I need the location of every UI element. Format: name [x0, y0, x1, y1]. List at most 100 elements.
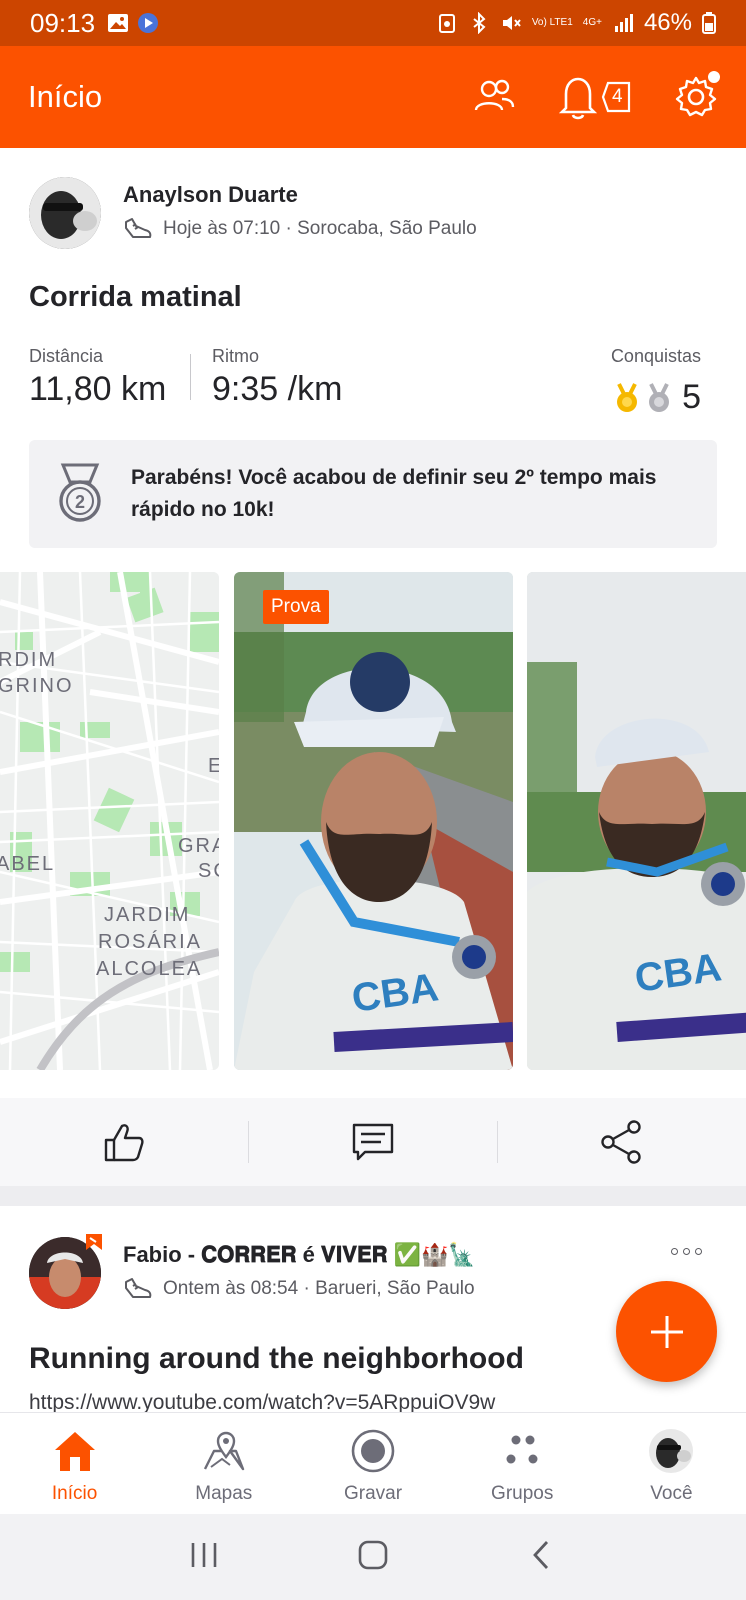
record-icon — [351, 1429, 395, 1473]
athlete-name[interactable]: Anaylson Duarte — [123, 182, 298, 208]
recent-apps-button[interactable] — [189, 1540, 219, 1575]
map-label-rosaria: ROSÁRIA — [98, 930, 202, 953]
second-place-medal-icon: 2 — [59, 463, 101, 522]
run-shoe-icon — [125, 218, 152, 238]
activity-title[interactable]: Running around the neighborhood — [29, 1342, 524, 1376]
stat-divider — [190, 354, 191, 400]
notifications-button[interactable]: 4 — [558, 74, 632, 120]
home-button[interactable] — [357, 1539, 389, 1576]
back-button[interactable] — [527, 1539, 557, 1576]
network-type: 4G+ — [582, 17, 602, 28]
bottom-navigation: Início Mapas Gravar Grupos Você — [0, 1412, 746, 1514]
notification-count-badge: 4 — [600, 80, 632, 114]
pace-value: 9:35 /km — [212, 370, 343, 408]
distance-value: 11,80 km — [29, 370, 167, 408]
comment-button[interactable] — [249, 1098, 497, 1186]
activity-title[interactable]: Corrida matinal — [29, 281, 242, 314]
recent-apps-icon — [191, 1542, 217, 1567]
app-bar: Início 4 — [0, 46, 746, 148]
svg-text:2: 2 — [75, 492, 85, 512]
more-dot — [683, 1248, 690, 1255]
avatar[interactable] — [29, 177, 101, 249]
battery-icon — [702, 12, 716, 34]
thumbs-up-icon — [104, 1124, 144, 1162]
settings-button[interactable] — [674, 69, 722, 119]
race-tag: Prova — [263, 590, 329, 624]
bell-icon — [558, 77, 598, 120]
activity-meta-text: Hoje às 07:10 · Sorocaba, São Paulo — [163, 218, 477, 239]
map-label-jardim: JARDIM — [104, 904, 190, 926]
share-icon — [601, 1120, 641, 1164]
home-square-icon — [358, 1540, 388, 1569]
more-dot — [671, 1248, 678, 1255]
nav-label: Gravar — [343, 1483, 403, 1504]
signal-icon — [614, 14, 633, 32]
add-post-button[interactable] — [616, 1281, 717, 1382]
comment-icon — [352, 1123, 394, 1161]
friends-icon — [474, 79, 515, 111]
home-icon — [54, 1432, 95, 1471]
map-label-gra: GRA — [178, 835, 219, 857]
bluetooth-icon — [473, 12, 486, 34]
nav-maps[interactable]: Mapas — [149, 1413, 298, 1514]
nav-profile[interactable]: Você — [597, 1413, 746, 1514]
photo-image: CBA — [234, 572, 513, 1070]
achievements-label: Conquistas — [610, 346, 701, 366]
nav-label: Mapas — [195, 1483, 253, 1504]
mute-icon — [502, 16, 521, 30]
battery-percent: 46% — [643, 9, 692, 36]
nav-home[interactable]: Início — [0, 1413, 149, 1514]
route-map[interactable]: RDIM GRINO ABEL E GRA SC JARDIM ROSÁRIA … — [0, 572, 219, 1070]
more-options-button[interactable] — [671, 1248, 702, 1255]
status-bar: 09:13 Vo) LTE1 4G+ 46% — [0, 0, 746, 46]
achievement-banner[interactable]: 2 Parabéns! Você acabou de definir seu 2… — [29, 440, 717, 548]
pace-label: Ritmo — [212, 346, 260, 366]
photo-image: CBA — [527, 572, 746, 1070]
nav-label: Você — [650, 1483, 693, 1504]
page-title: Início — [28, 79, 103, 114]
system-navigation-bar — [0, 1514, 746, 1600]
map-label-abel: ABEL — [0, 853, 55, 875]
gallery-icon — [108, 14, 129, 32]
achievements-value: 5 — [682, 378, 701, 416]
nav-label: Grupos — [491, 1483, 554, 1504]
gold-medal-icon — [617, 382, 638, 412]
map-label-alcolea: ALCOLEA — [96, 958, 202, 980]
distance-label: Distância — [29, 346, 104, 366]
feed-separator — [0, 1186, 746, 1206]
achievements-count[interactable]: 5 — [614, 378, 701, 417]
activity-photo[interactable]: CBA — [527, 572, 746, 1070]
maps-icon — [203, 1431, 244, 1471]
nav-groups[interactable]: Grupos — [448, 1413, 597, 1514]
nav-record[interactable]: Gravar — [298, 1413, 447, 1514]
groups-icon — [506, 1435, 538, 1464]
run-shoe-icon — [125, 1278, 152, 1298]
achievement-banner-text: Parabéns! Você acabou de definir seu 2º … — [131, 466, 657, 521]
subscriber-badge-icon — [86, 1234, 102, 1250]
map-label-e: E — [208, 755, 219, 777]
network-label: Vo) LTE1 — [531, 17, 573, 28]
media-gallery[interactable]: RDIM GRINO ABEL E GRA SC JARDIM ROSÁRIA … — [0, 572, 746, 1070]
settings-badge-dot — [706, 69, 722, 85]
more-dot — [695, 1248, 702, 1255]
silver-medal-icon — [649, 382, 670, 412]
activity-meta-text: Ontem às 08:54 · Barueri, São Paulo — [163, 1278, 475, 1299]
app-notification-icon — [138, 13, 159, 33]
nav-label: Início — [51, 1483, 98, 1504]
find-friends-button[interactable] — [472, 77, 516, 117]
map-label-rdim: RDIM — [0, 649, 57, 671]
plus-icon — [650, 1315, 683, 1348]
map-image: RDIM GRINO ABEL E GRA SC JARDIM ROSÁRIA … — [0, 572, 219, 1070]
profile-avatar — [649, 1429, 694, 1473]
activity-meta: Hoje às 07:10 · Sorocaba, São Paulo — [123, 216, 477, 242]
kudos-button[interactable] — [0, 1098, 248, 1186]
status-time: 09:13 — [30, 7, 96, 38]
battery-saver-icon — [438, 14, 455, 33]
activity-actions — [0, 1098, 746, 1186]
share-button[interactable] — [498, 1098, 746, 1186]
map-label-grino: GRINO — [0, 675, 74, 697]
athlete-name[interactable]: Fabio - 𝐂𝐎𝐑𝐑𝐄𝐑 é 𝐕𝐈𝐕𝐄𝐑 ✅🏰🗽 — [123, 1242, 476, 1268]
activity-photo[interactable]: CBA Prova — [234, 572, 513, 1070]
map-label-sc: SC — [198, 860, 219, 882]
back-chevron-icon — [533, 1540, 549, 1569]
